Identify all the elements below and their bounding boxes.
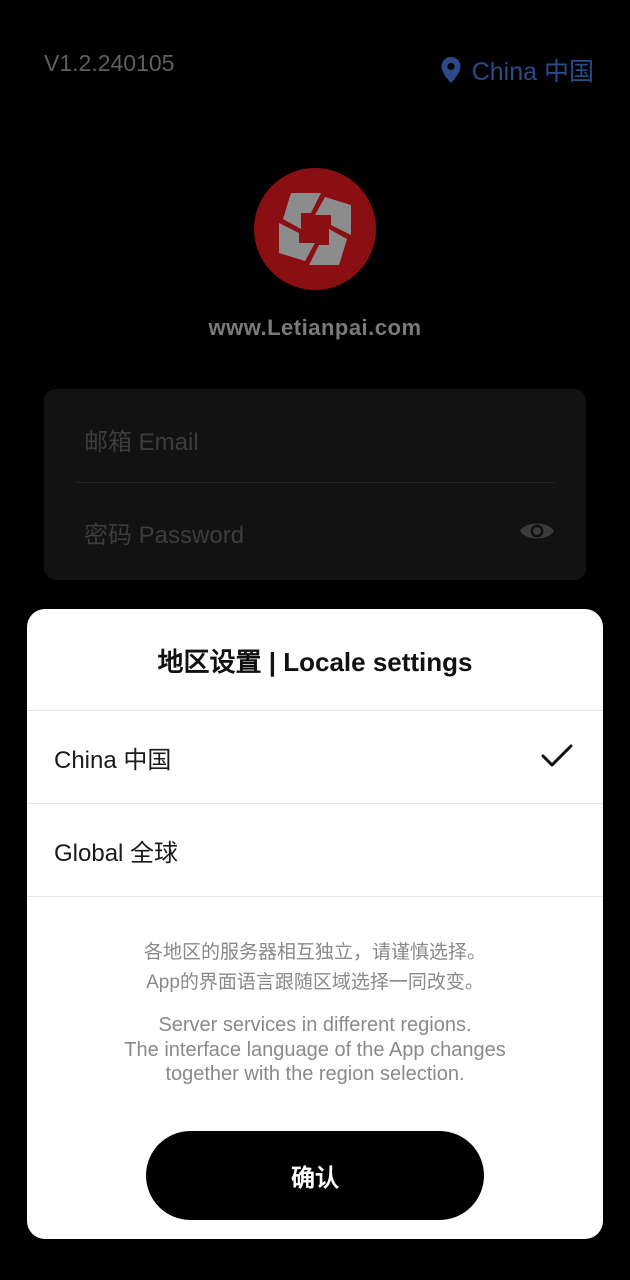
website-url: www.Letianpai.com <box>208 315 422 340</box>
note-english: Server services in different regions. Th… <box>27 1013 603 1087</box>
option-label: China 中国 <box>54 746 172 774</box>
checkmark-icon <box>541 744 573 767</box>
note-line: together with the region selection. <box>165 1063 465 1085</box>
note-chinese: 各地区的服务器相互独立，请谨慎选择。 App的界面语言跟随区域选择一同改变。 <box>27 938 603 998</box>
note-line: The interface language of the App change… <box>124 1038 506 1061</box>
eye-icon[interactable] <box>518 516 556 546</box>
form-divider <box>76 482 554 483</box>
app-version: V1.2.240105 <box>44 50 175 76</box>
login-screen: V1.2.240105 China 中国 www.Letianpai.com 邮… <box>0 0 630 1280</box>
locale-option-china[interactable]: China 中国 <box>27 711 603 804</box>
confirm-button[interactable]: 确认 <box>146 1131 484 1220</box>
sheet-title: 地区设置 | Locale settings <box>27 609 603 711</box>
locale-option-global[interactable]: Global 全球 <box>27 804 603 897</box>
login-form: 邮箱 Email 密码 Password <box>44 389 586 580</box>
region-selector[interactable]: China 中国 <box>440 52 594 88</box>
locale-settings-sheet: 地区设置 | Locale settings China 中国 Global 全… <box>27 609 603 1239</box>
location-pin-icon <box>441 57 461 83</box>
password-field[interactable]: 密码 Password <box>84 515 244 550</box>
option-label: Global 全球 <box>54 839 179 867</box>
email-field[interactable]: 邮箱 Email <box>84 422 199 457</box>
note-line: App的界面语言跟随区域选择一同改变。 <box>146 972 484 993</box>
pinwheel-logo-icon <box>279 193 351 265</box>
region-label: China 中国 <box>471 58 594 86</box>
note-line: Server services in different regions. <box>158 1014 472 1036</box>
app-logo <box>254 168 376 290</box>
note-line: 各地区的服务器相互独立，请谨慎选择。 <box>143 942 486 963</box>
